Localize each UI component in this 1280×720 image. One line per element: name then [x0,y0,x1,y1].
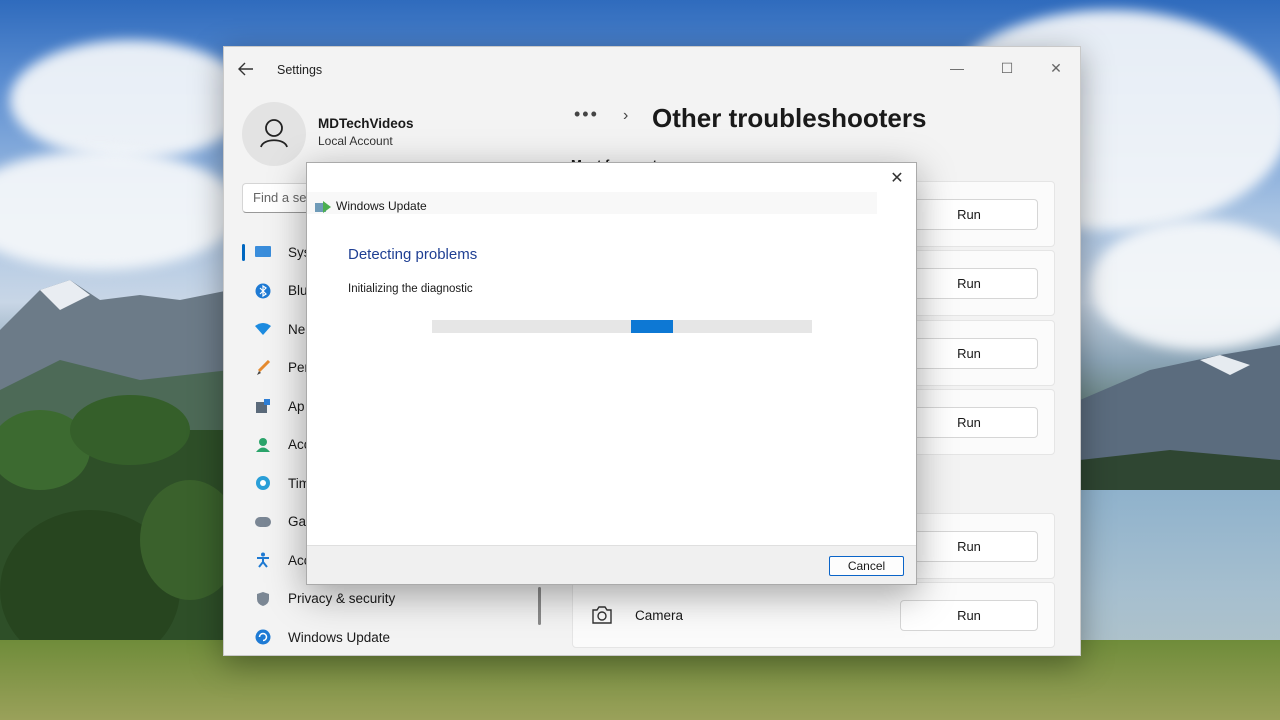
sidebar-item-label: Ap [288,398,305,414]
profile-name: MDTechVideos [318,116,414,131]
run-button[interactable]: Run [900,199,1038,230]
dialog-status-text: Initializing the diagnostic [348,283,473,295]
run-button[interactable]: Run [900,338,1038,369]
account-type: Local Account [318,134,393,148]
close-button[interactable]: ✕ [1033,53,1079,83]
chevron-right-icon: › [623,107,629,124]
sidebar-item-label: Ga [288,514,307,530]
breadcrumb-overflow-button[interactable]: ••• [574,104,599,125]
avatar[interactable] [242,102,306,166]
personalization-icon [254,359,272,377]
search-placeholder: Find a se [253,190,307,205]
page-title: Other troubleshooters [652,103,927,133]
dialog-heading: Detecting problems [348,246,478,263]
gaming-icon [254,513,272,531]
sidebar-item-label: Ne [288,321,306,337]
cloud [10,40,250,160]
sidebar-item-windows-update[interactable]: Windows Update [242,618,542,655]
maximize-button[interactable]: ☐ [984,53,1030,83]
progress-indicator [631,320,673,333]
time-language-icon [254,474,272,492]
title-bar: Settings — ☐ ✕ [224,47,1080,93]
apps-icon [254,397,272,415]
progress-bar [432,320,812,333]
troubleshooter-row-camera: Camera Run [572,582,1055,648]
sidebar-item-label: Windows Update [288,629,391,645]
run-button[interactable]: Run [900,600,1038,631]
accounts-icon [254,436,272,454]
dialog-close-button[interactable]: ✕ [886,168,908,190]
app-title: Settings [277,63,323,77]
cloud [0,150,240,270]
mountains-right [1080,345,1280,500]
cancel-button[interactable]: Cancel [829,556,904,576]
dialog-footer: Cancel [307,545,916,584]
sidebar-item-label: Blu [288,283,308,299]
sidebar-scrollbar[interactable] [538,587,541,625]
run-button[interactable]: Run [900,268,1038,299]
run-button[interactable]: Run [900,531,1038,562]
cloud [1090,220,1280,350]
troubleshooter-dialog: ✕ Windows Update Detecting problems Init… [306,162,917,585]
sidebar-item-label: Privacy & security [288,591,396,607]
dialog-app-title: Windows Update [336,199,427,213]
minimize-button[interactable]: — [934,53,980,83]
camera-icon [591,605,613,627]
shield-icon [254,590,272,608]
arrow-left-icon [238,62,253,76]
bluetooth-icon [254,282,272,300]
back-button[interactable] [238,60,260,80]
person-icon [260,119,288,148]
network-icon [254,320,272,338]
update-icon [254,628,272,646]
sidebar-item-privacy-security[interactable]: Privacy & security [242,580,542,619]
system-icon [254,243,272,261]
windows-update-troubleshooter-icon [315,200,331,213]
run-button[interactable]: Run [900,407,1038,438]
accessibility-icon [254,551,272,569]
troubleshooter-label: Camera [635,608,684,623]
